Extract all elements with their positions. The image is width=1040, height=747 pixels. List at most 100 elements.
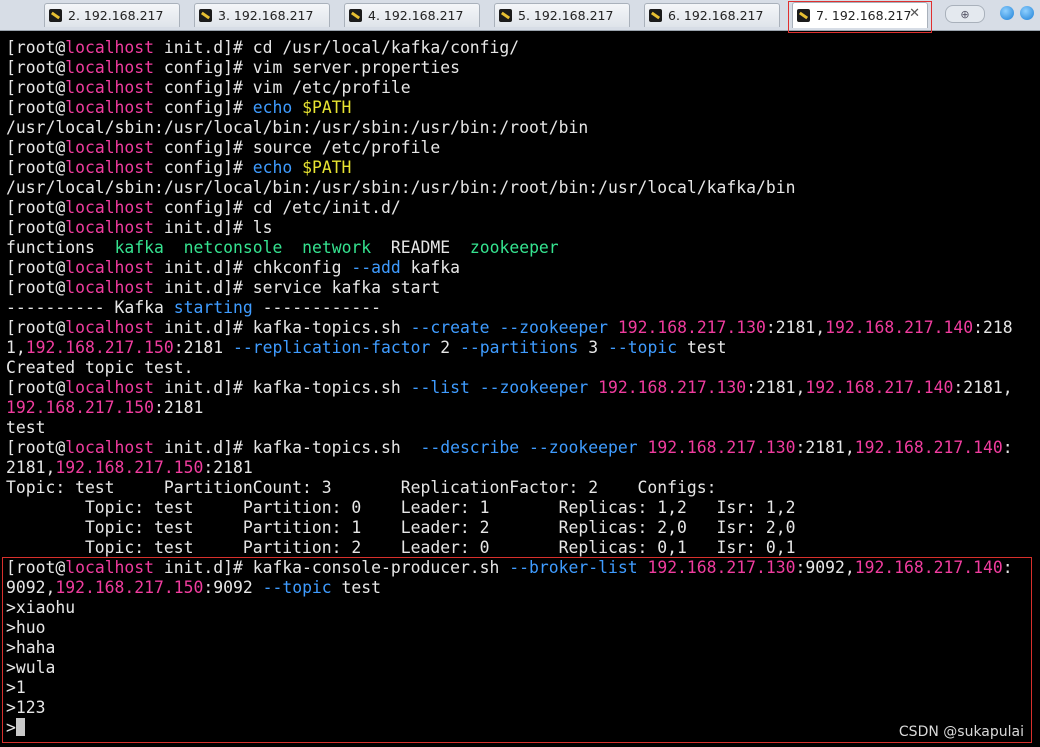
terminal-line: test	[6, 418, 1013, 438]
session-tab-4[interactable]: 4. 192.168.217	[344, 3, 480, 27]
terminal-text: 192.168.217.150	[55, 458, 204, 477]
terminal-line: /usr/local/sbin:/usr/local/bin:/usr/sbin…	[6, 118, 1013, 138]
terminal-text: 192.168.217.150	[6, 398, 155, 417]
terminal-text: 192.168.217.140	[805, 378, 954, 397]
terminal-text: config]# source /etc/profile	[154, 138, 441, 157]
session-tab-5[interactable]: 5. 192.168.217	[494, 3, 630, 27]
terminal-text: :2181,	[953, 378, 1013, 397]
terminal-text: [root@	[6, 198, 66, 217]
terminal-text: localhost	[65, 78, 155, 97]
terminal-icon	[349, 9, 362, 22]
terminal-text: /usr/local/sbin:/usr/local/bin:/usr/sbin…	[6, 178, 796, 197]
terminal-text: [root@	[6, 278, 66, 297]
terminal-text: echo	[252, 158, 293, 177]
terminal-text: --partitions	[459, 338, 579, 357]
terminal-line: [root@localhost config]# echo $PATH	[6, 158, 1013, 178]
terminal-text: :2181	[154, 398, 204, 417]
terminal-line: /usr/local/sbin:/usr/local/bin:/usr/sbin…	[6, 178, 1013, 198]
terminal-text: $PATH	[302, 158, 352, 177]
terminal-text: --zookeeper	[479, 378, 589, 397]
terminal-text: netconsole	[183, 238, 283, 257]
terminal-text: 1,	[6, 338, 26, 357]
terminal-text: 192.168.217.130	[598, 378, 747, 397]
terminal-text: 192.168.217.130	[617, 318, 766, 337]
terminal-text: Topic: test Partition: 2 Leader: 0 Repli…	[6, 538, 796, 557]
terminal-text: init.d]# cd /usr/local/kafka/config/	[154, 38, 520, 57]
terminal-icon	[499, 9, 512, 22]
terminal-text: functions	[6, 238, 115, 257]
terminal-text: test	[6, 418, 46, 437]
terminal-text: 192.168.217.140	[825, 318, 974, 337]
terminal-text: localhost	[65, 198, 155, 217]
terminal-text: ---------- Kafka	[6, 298, 174, 317]
tab-label: 6. 192.168.217	[668, 8, 764, 23]
session-tab-6[interactable]: 6. 192.168.217	[644, 3, 780, 27]
tab-label: 5. 192.168.217	[518, 8, 614, 23]
terminal-text: --replication-factor	[233, 338, 431, 357]
terminal-text: :2181,	[746, 378, 806, 397]
terminal-text: [root@	[6, 258, 66, 277]
terminal-text: init.d]# chkconfig	[154, 258, 352, 277]
tab-bar: 2. 192.168.217 3. 192.168.217 4. 192.168.2…	[0, 0, 1040, 33]
terminal-text: 192.168.217.150	[25, 338, 174, 357]
tab-nav-left-icon[interactable]	[1000, 6, 1014, 20]
terminal-text: 2181,	[6, 458, 56, 477]
terminal-text: :2181	[203, 458, 253, 477]
terminal-text: localhost	[65, 98, 155, 117]
terminal-text: localhost	[65, 278, 155, 297]
terminal-text: localhost	[65, 138, 155, 157]
terminal-text: [root@	[6, 318, 66, 337]
terminal-line: Created topic test.	[6, 358, 1013, 378]
terminal-line: [root@localhost config]# vim /etc/profil…	[6, 78, 1013, 98]
terminal-text: localhost	[65, 38, 155, 57]
tab-label: 3. 192.168.217	[218, 8, 314, 23]
terminal-text: README	[371, 238, 470, 257]
terminal-line: Topic: test Partition: 1 Leader: 2 Repli…	[6, 518, 1013, 538]
tab-label: 2. 192.168.217	[68, 8, 164, 23]
terminal-line: [root@localhost init.d]# chkconfig --add…	[6, 258, 1013, 278]
terminal-panel[interactable]: [root@localhost init.d]# cd /usr/local/k…	[0, 34, 1040, 747]
terminal-text: [root@	[6, 158, 66, 177]
terminal-text: :2181,	[795, 438, 855, 457]
terminal-text: :218	[973, 318, 1013, 337]
terminal-icon	[49, 9, 62, 22]
terminal-line: functions kafka netconsole network READM…	[6, 238, 1013, 258]
terminal-text: config]# vim /etc/profile	[154, 78, 411, 97]
session-tab-3[interactable]: 3. 192.168.217	[194, 3, 330, 27]
terminal-line: Topic: test PartitionCount: 3 Replicatio…	[6, 478, 1013, 498]
terminal-text: Topic: test PartitionCount: 3 Replicatio…	[6, 478, 717, 497]
terminal-line: 1,192.168.217.150:2181 --replication-fac…	[6, 338, 1013, 358]
terminal-line: Topic: test Partition: 0 Leader: 1 Repli…	[6, 498, 1013, 518]
terminal-text: init.d]# service kafka start	[154, 278, 441, 297]
terminal-line: [root@localhost init.d]# kafka-topics.sh…	[6, 378, 1013, 398]
watermark: CSDN @sukapulai	[898, 724, 1024, 740]
terminal-text: --topic	[608, 338, 678, 357]
terminal-text: --add	[351, 258, 401, 277]
terminal-text: Topic: test Partition: 0 Leader: 1 Repli…	[6, 498, 796, 517]
terminal-text: config]#	[154, 158, 253, 177]
terminal-text: Created topic test.	[6, 358, 194, 377]
terminal-icon	[649, 9, 662, 22]
terminal-text: [root@	[6, 438, 66, 457]
new-tab-button[interactable]: ⊕	[945, 5, 985, 23]
terminal-text: starting	[173, 298, 253, 317]
terminal-text: :2181,	[765, 318, 826, 337]
terminal-text: :2181	[173, 338, 233, 357]
terminal-text: 192.168.217.130	[647, 438, 796, 457]
terminal-line: [root@localhost init.d]# service kafka s…	[6, 278, 1013, 298]
terminal-text: kafka	[400, 258, 460, 277]
terminal-text: [root@	[6, 138, 66, 157]
terminal-text: init.d]# ls	[154, 218, 273, 237]
terminal-text: localhost	[65, 318, 155, 337]
session-tab-2[interactable]: 2. 192.168.217	[44, 3, 180, 27]
terminal-text: zookeeper	[469, 238, 559, 257]
terminal-text: --zookeeper	[529, 438, 638, 457]
tab-nav-right-icon[interactable]	[1020, 6, 1034, 20]
terminal-text: --create	[410, 318, 490, 337]
